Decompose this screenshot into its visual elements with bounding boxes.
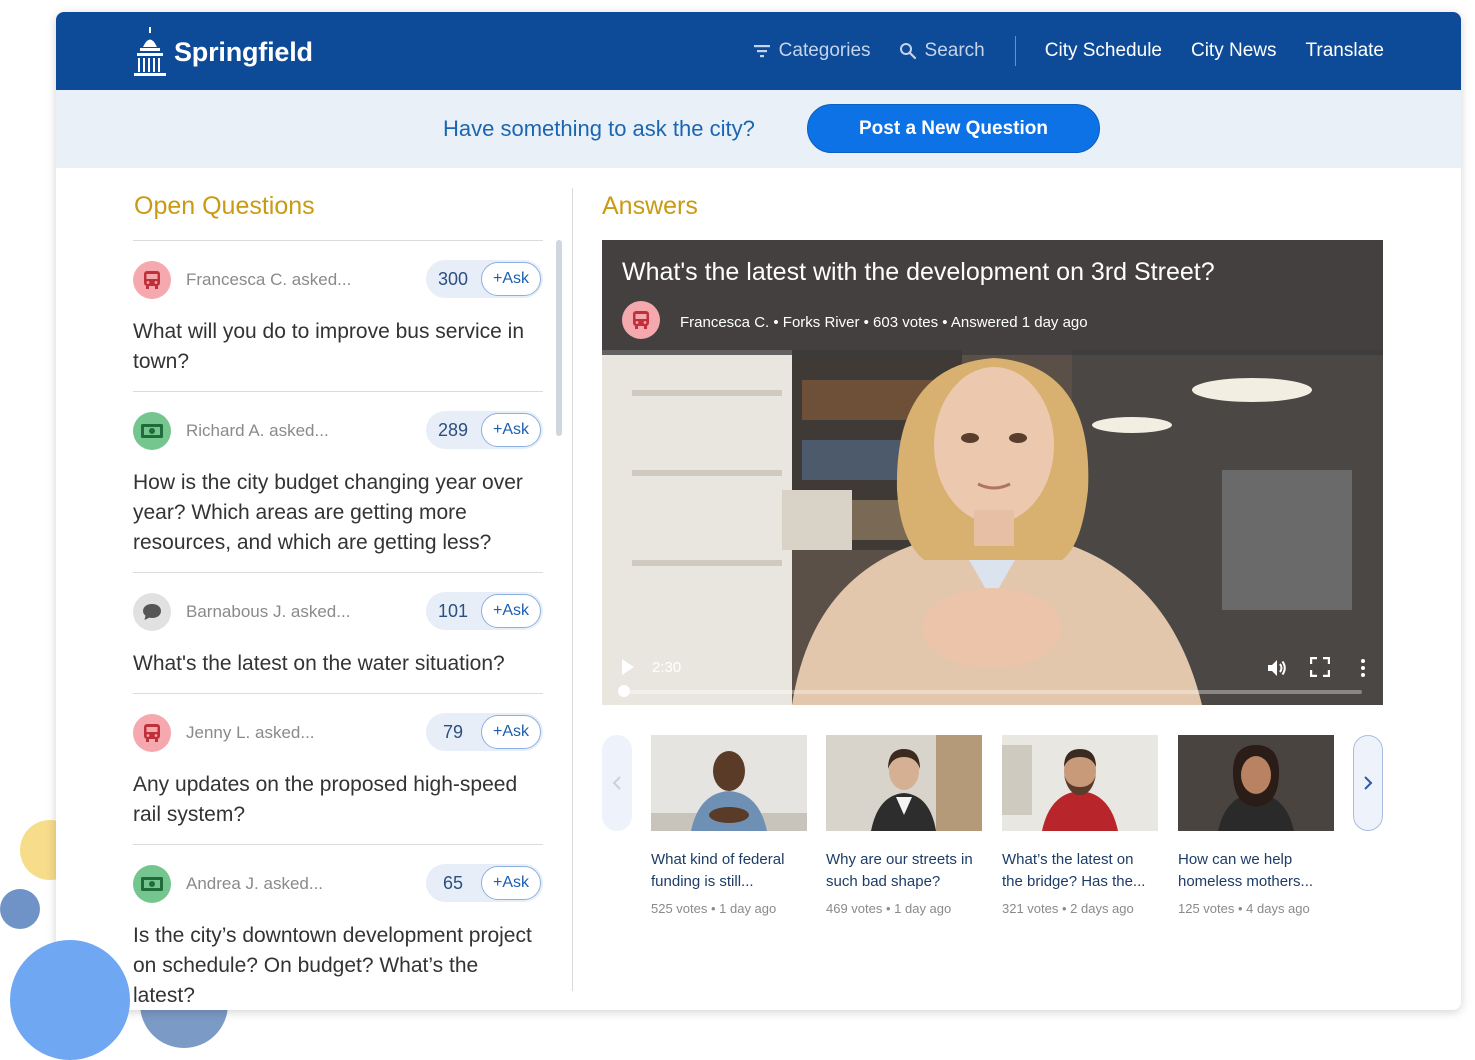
search-icon [899, 43, 916, 60]
vote-count: 79 [442, 722, 464, 742]
bus-icon [622, 301, 660, 339]
chevron-left-icon [612, 776, 621, 790]
money-icon [133, 412, 171, 450]
vote-pill: 101 +Ask [426, 592, 543, 630]
nav-translate[interactable]: Translate [1306, 40, 1385, 62]
video-progress-knob[interactable] [618, 685, 630, 697]
thumbnail-meta: 125 votes • 4 days ago [1178, 901, 1310, 916]
carousel-prev-button[interactable] [602, 735, 632, 831]
vote-pill: 300 +Ask [426, 260, 543, 298]
question-author: Andrea J. asked... [186, 874, 324, 893]
question-text[interactable]: What will you do to improve bus service … [133, 317, 543, 391]
decorative-circle-blue [10, 940, 130, 1060]
brand-logo[interactable]: Springfield [132, 27, 313, 77]
question-item[interactable]: Francesca C. asked... 300 +Ask What will… [133, 240, 543, 391]
video-meta: Francesca C. • Forks River • 603 votes •… [680, 314, 1088, 331]
main-nav: Categories Search City Schedule City New… [753, 12, 1384, 90]
thumbnail-caption[interactable]: How can we help homeless mothers... [1178, 849, 1334, 893]
questions-list: Francesca C. asked... 300 +Ask What will… [133, 240, 543, 1010]
ask-button[interactable]: +Ask [481, 262, 541, 296]
ask-prompt: Have something to ask the city? [443, 116, 755, 141]
vote-pill: 65 +Ask [426, 864, 543, 902]
post-question-button[interactable]: Post a New Question [807, 104, 1100, 153]
question-author: Richard A. asked... [186, 421, 329, 440]
video-time: 2:30 [652, 659, 682, 676]
video-title-overlay: What's the latest with the development o… [602, 240, 1383, 355]
bus-icon [133, 714, 171, 752]
thumbnail-image[interactable] [1002, 735, 1158, 831]
ask-button[interactable]: +Ask [481, 866, 541, 900]
nav-city-news[interactable]: City News [1191, 40, 1277, 62]
ask-button[interactable]: +Ask [481, 715, 541, 749]
related-answer-card[interactable]: Why are our streets in such bad shape? 4… [826, 735, 982, 916]
question-author: Francesca C. asked... [186, 270, 352, 289]
chevron-right-icon [1364, 776, 1373, 790]
categories-menu[interactable]: Categories [753, 40, 871, 62]
question-text[interactable]: Any updates on the proposed high-speed r… [133, 770, 543, 844]
question-author: Jenny L. asked... [186, 723, 315, 742]
capitol-dome-icon [134, 27, 166, 76]
nav-divider [1014, 36, 1016, 66]
search-button[interactable]: Search [899, 40, 985, 62]
thumbnail-meta: 469 votes • 1 day ago [826, 901, 952, 916]
bus-icon [133, 261, 171, 299]
question-item[interactable]: Andrea J. asked... 65 +Ask Is the city’s… [133, 844, 543, 1010]
top-navigation-bar: Springfield Categories Search City Sched… [56, 12, 1461, 90]
ask-button[interactable]: +Ask [481, 594, 541, 628]
related-answer-card[interactable]: What kind of federal funding is still...… [651, 735, 807, 916]
question-item[interactable]: Barnabous J. asked... 101 +Ask What's th… [133, 572, 543, 693]
column-divider [572, 188, 573, 991]
video-player[interactable]: What's the latest with the development o… [602, 240, 1383, 705]
search-label: Search [924, 40, 985, 61]
ask-button[interactable]: +Ask [481, 413, 541, 447]
vote-count: 101 [437, 601, 469, 621]
ask-banner: Have something to ask the city? Post a N… [56, 90, 1461, 168]
question-text[interactable]: Is the city’s downtown development proje… [133, 921, 543, 1010]
questions-scrollbar[interactable] [556, 240, 562, 436]
thumbnail-image[interactable] [651, 735, 807, 831]
categories-label: Categories [778, 40, 871, 61]
nav-city-schedule[interactable]: City Schedule [1045, 40, 1162, 62]
video-progress-track[interactable] [624, 690, 1362, 694]
fullscreen-icon[interactable] [1310, 657, 1330, 677]
question-text[interactable]: How is the city budget changing year ove… [133, 468, 543, 572]
vote-pill: 79 +Ask [426, 713, 543, 751]
brand-name: Springfield [174, 36, 313, 67]
app-window: Springfield Categories Search City Sched… [56, 12, 1461, 1010]
carousel-next-button[interactable] [1353, 735, 1383, 831]
question-item[interactable]: Jenny L. asked... 79 +Ask Any updates on… [133, 693, 543, 844]
related-answer-card[interactable]: How can we help homeless mothers... 125 … [1178, 735, 1334, 916]
thumbnail-caption[interactable]: What’s the latest on the bridge? Has the… [1002, 849, 1158, 893]
thumbnail-meta: 321 votes • 2 days ago [1002, 901, 1134, 916]
vote-count: 289 [437, 420, 469, 440]
question-author: Barnabous J. asked... [186, 602, 351, 621]
money-icon [133, 865, 171, 903]
decorative-circle-small [0, 889, 40, 929]
thumbnail-image[interactable] [826, 735, 982, 831]
video-controls: 2:30 [602, 645, 1383, 705]
thumbnail-caption[interactable]: Why are our streets in such bad shape? [826, 849, 982, 893]
thumbnail-meta: 525 votes • 1 day ago [651, 901, 777, 916]
question-text[interactable]: What's the latest on the water situation… [133, 649, 543, 693]
vote-pill: 289 +Ask [426, 411, 543, 449]
play-icon[interactable] [620, 657, 636, 677]
open-questions-title: Open Questions [134, 192, 315, 220]
answers-title: Answers [602, 192, 698, 220]
related-answer-card[interactable]: What’s the latest on the bridge? Has the… [1002, 735, 1158, 916]
question-item[interactable]: Richard A. asked... 289 +Ask How is the … [133, 391, 543, 572]
volume-icon[interactable] [1266, 657, 1288, 679]
video-title: What's the latest with the development o… [622, 258, 1215, 286]
filter-icon [753, 45, 770, 58]
vote-count: 65 [442, 873, 464, 893]
vote-count: 300 [437, 269, 469, 289]
more-options-icon[interactable] [1356, 657, 1370, 679]
thumbnail-image[interactable] [1178, 735, 1334, 831]
thumbnail-caption[interactable]: What kind of federal funding is still... [651, 849, 807, 893]
chat-icon [133, 593, 171, 631]
